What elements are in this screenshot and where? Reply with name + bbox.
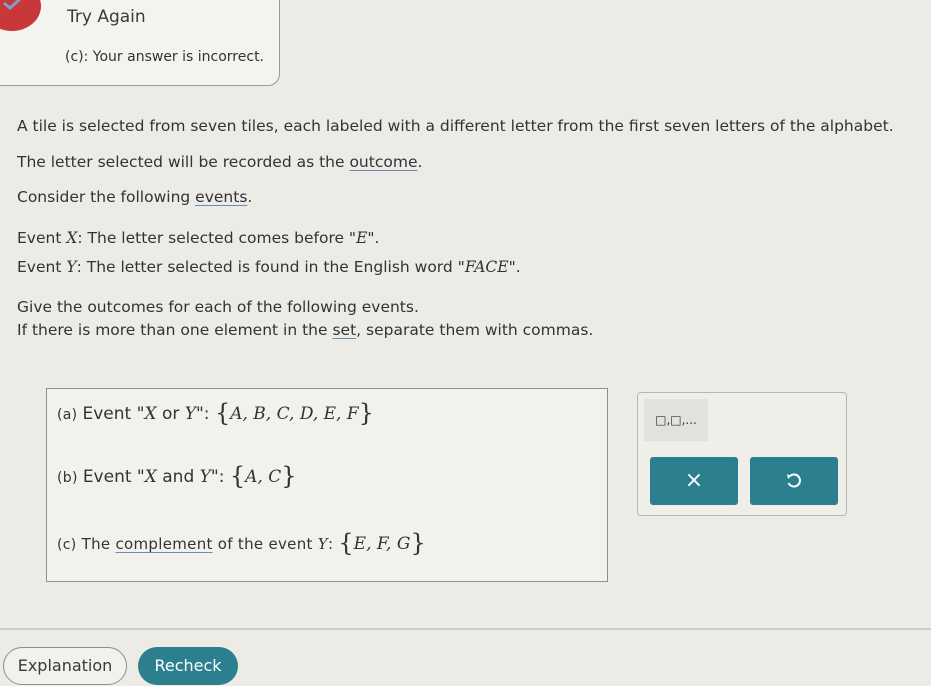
error-icon — [0, 0, 41, 31]
problem-text-3: Consider the following events. — [17, 188, 253, 206]
math-toolbox: □,□,... × — [637, 392, 847, 516]
event-x-definition: Event X: The letter selected comes befor… — [17, 229, 380, 247]
footer-divider — [0, 628, 931, 630]
set-notation-button[interactable]: □,□,... — [644, 399, 708, 441]
recheck-button[interactable]: Recheck — [138, 647, 238, 685]
undo-icon — [787, 473, 801, 488]
instruction-2: If there is more than one element in the… — [17, 321, 594, 339]
alert-message: (c): Your answer is incorrect. — [65, 49, 265, 65]
instruction-1: Give the outcomes for each of the follow… — [17, 298, 419, 316]
problem-text-2: The letter selected will be recorded as … — [17, 153, 423, 171]
feedback-alert: Try Again (c): Your answer is incorrect. — [0, 0, 280, 86]
answer-panel: (a) Event "X or Y": {A, B, C, D, E, F} (… — [46, 388, 608, 582]
event-y-definition: Event Y: The letter selected is found in… — [17, 258, 521, 276]
answer-row-a: (a) Event "X or Y": {A, B, C, D, E, F} — [57, 399, 374, 427]
undo-button[interactable] — [750, 457, 838, 505]
complement-link[interactable]: complement — [116, 535, 213, 553]
outcome-link[interactable]: outcome — [349, 153, 417, 171]
set-link[interactable]: set — [332, 321, 356, 339]
check-mark-icon — [3, 0, 22, 10]
alert-title: Try Again — [67, 7, 146, 27]
answer-c-input[interactable]: {E, F, G} — [338, 529, 425, 557]
part-a-label: (a) — [57, 407, 78, 423]
events-link[interactable]: events — [195, 188, 247, 206]
answer-row-b: (b) Event "X and Y": {A, C} — [57, 462, 297, 490]
answer-row-c: (c) The complement of the event Y: {E, F… — [57, 529, 426, 557]
problem-text-1: A tile is selected from seven tiles, eac… — [17, 117, 894, 135]
part-c-label: (c) — [57, 537, 77, 553]
clear-button[interactable]: × — [650, 457, 738, 505]
explanation-button[interactable]: Explanation — [3, 647, 127, 685]
part-b-label: (b) — [57, 470, 78, 486]
answer-b-input[interactable]: {A, C} — [230, 462, 297, 490]
answer-a-input[interactable]: {A, B, C, D, E, F} — [215, 399, 374, 427]
